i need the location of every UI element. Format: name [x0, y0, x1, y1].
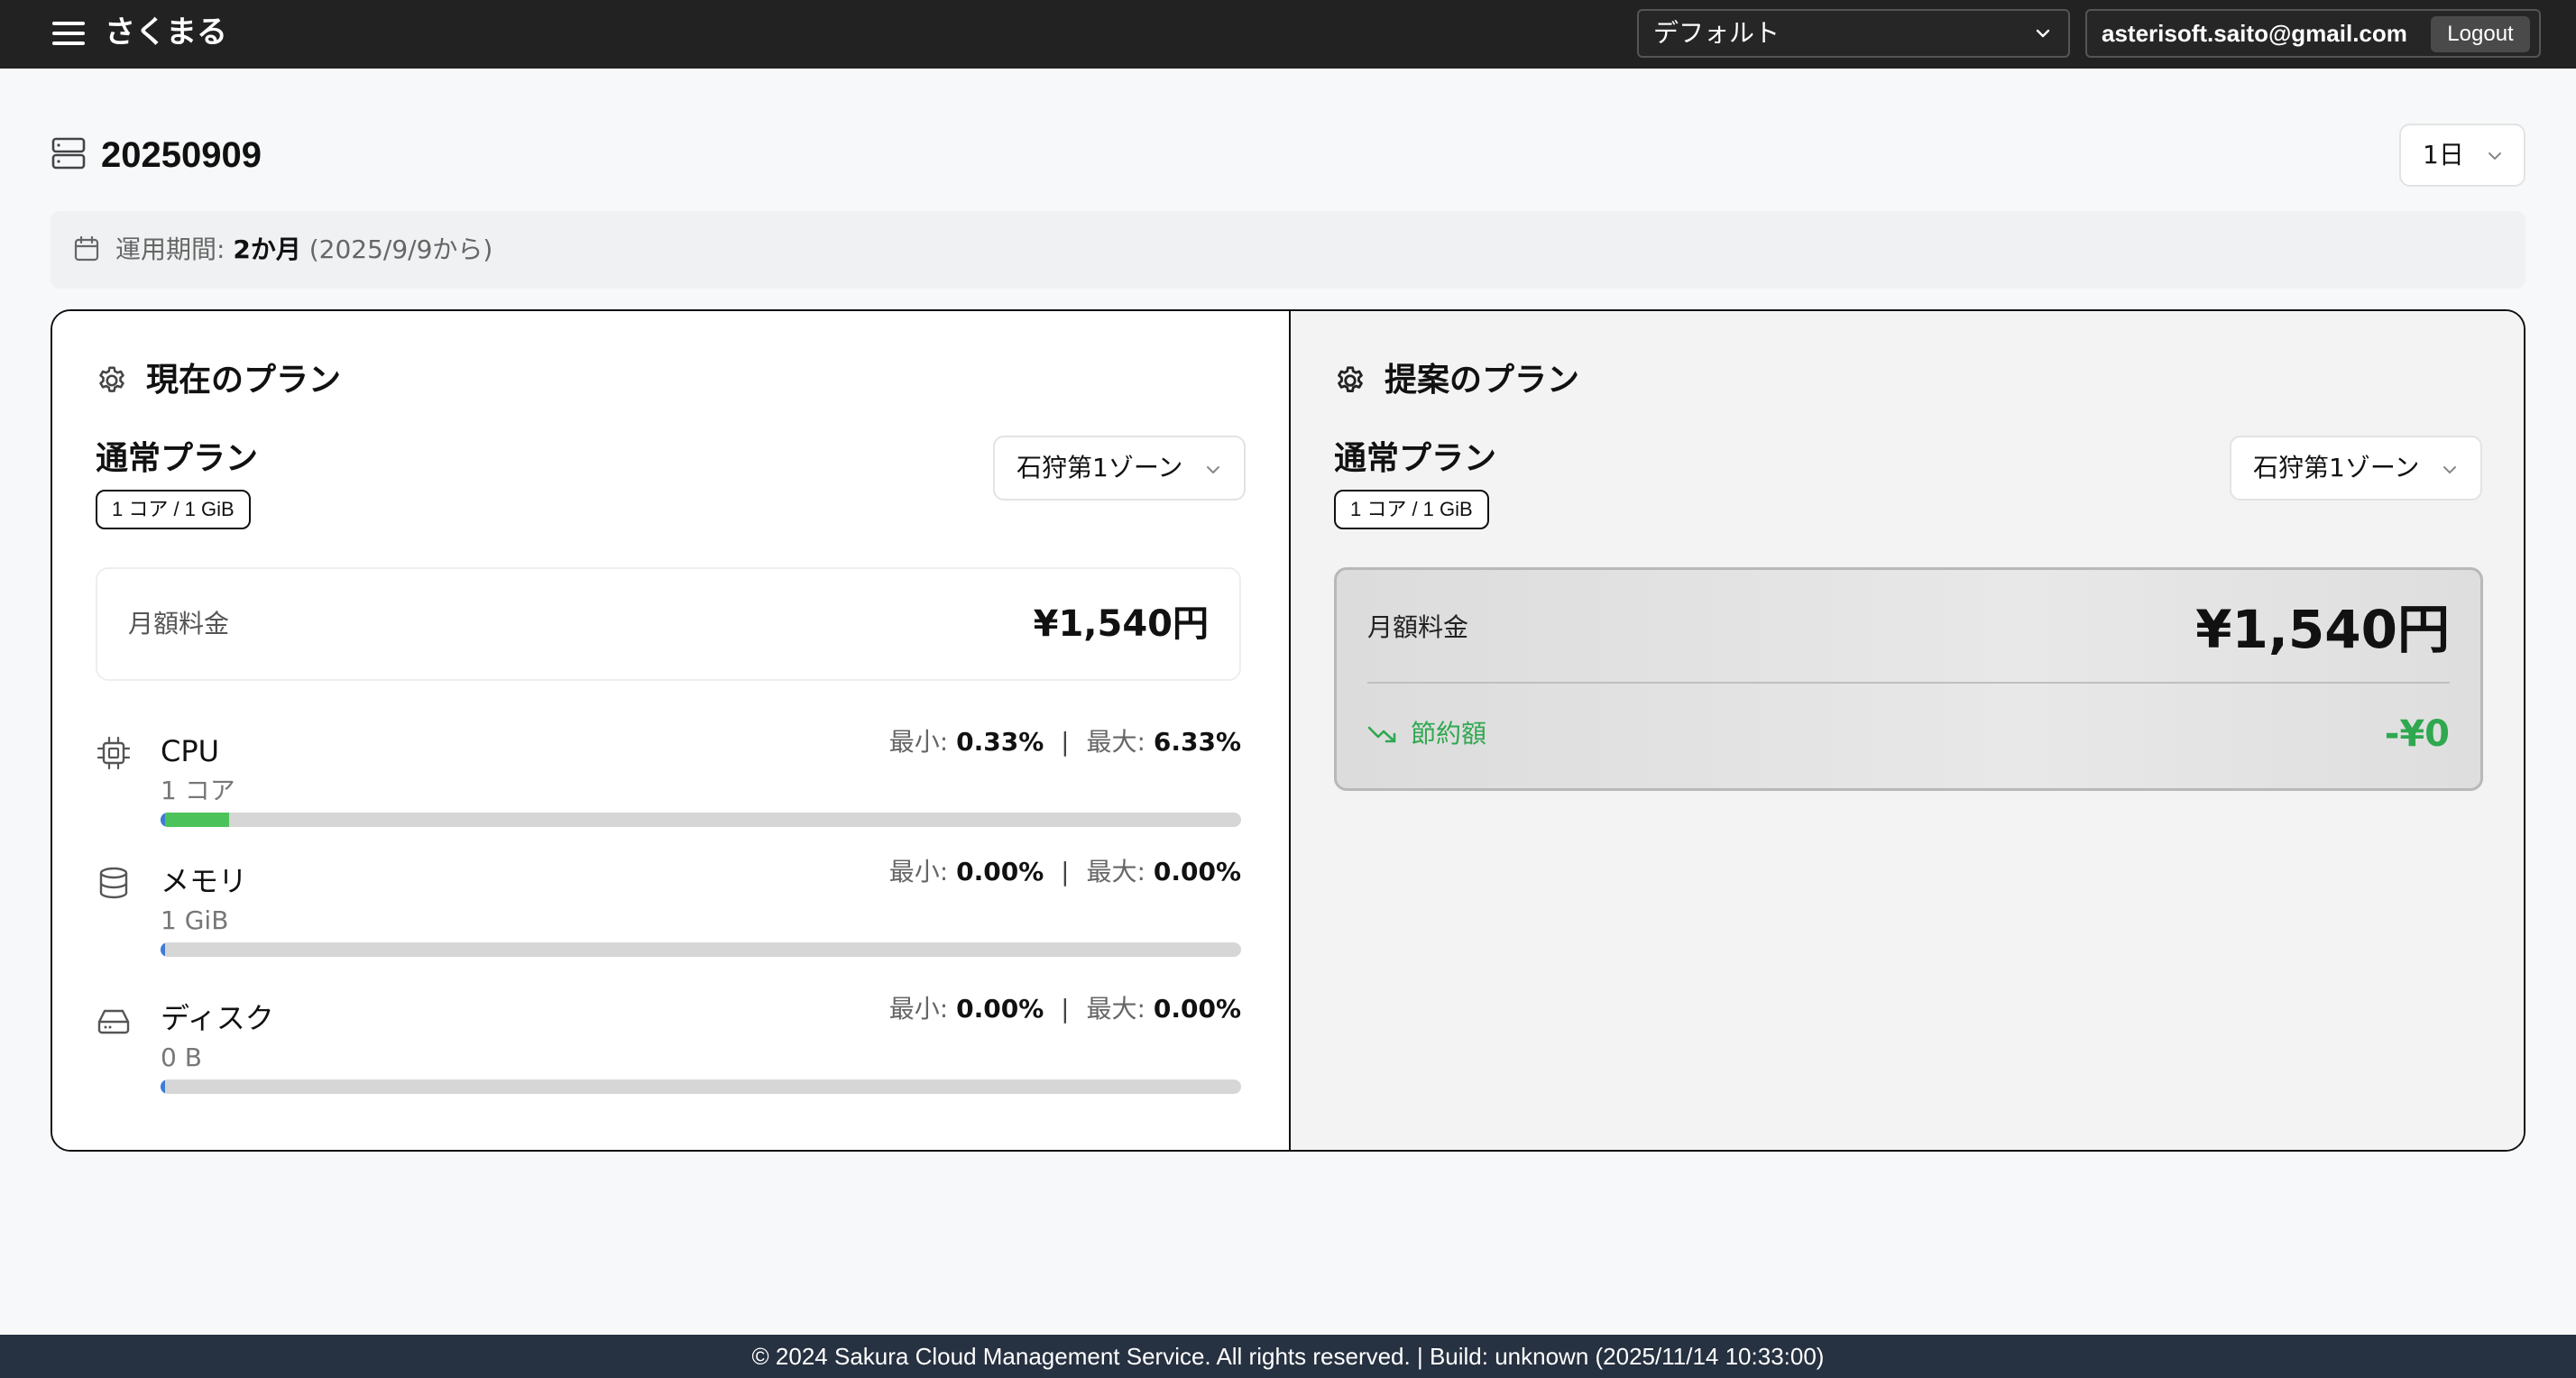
current-plan-name: 通常プラン — [96, 440, 259, 477]
operation-period-since: (2025/9/9から) — [308, 234, 493, 264]
current-zone-select[interactable]: 石狩第1ゾーン — [993, 436, 1246, 501]
usage-bar — [161, 1079, 1241, 1094]
proposed-plan-name: 通常プラン — [1334, 440, 1497, 477]
proposed-zone-select[interactable]: 石狩第1ゾーン — [2230, 436, 2482, 501]
operation-period-bar: 運用期間: 2か月 (2025/9/9から) — [51, 211, 2525, 289]
current-plan-heading: 現在のプラン — [146, 362, 342, 399]
monthly-fee-label: 月額料金 — [1367, 612, 1469, 642]
current-zone-value: 石狩第1ゾーン — [1017, 453, 1183, 482]
min-label: 最小: — [888, 727, 949, 757]
usage-bar-start — [161, 1079, 165, 1094]
chevron-down-icon — [2489, 152, 2501, 160]
proposed-plan-panel: 提案のプラン 通常プラン 1 コア / 1 GiB 石狩第1ゾーン 月額料金 ¥… — [1289, 311, 2524, 1150]
max-value: 0.00% — [1153, 994, 1241, 1024]
separator: | — [1061, 857, 1070, 887]
savings-label: 節約額 — [1411, 719, 1487, 749]
usage-bar-fill — [161, 813, 229, 827]
metric-sub: 0 B — [161, 1043, 202, 1072]
metric-name: CPU — [161, 734, 220, 768]
proposed-monthly-fee-card: 月額料金 ¥1,540円 節約額 -¥0 — [1334, 567, 2483, 791]
cpu-icon — [97, 736, 131, 770]
separator: | — [1061, 994, 1070, 1024]
period-select[interactable]: 1日 — [2399, 124, 2525, 187]
footer: © 2024 Sakura Cloud Management Service. … — [0, 1335, 2576, 1378]
gear-icon — [1338, 366, 1363, 392]
hard-drive-icon — [97, 1009, 130, 1034]
top-navbar: さくまる デフォルト asterisoft.saito@gmail.com Lo… — [0, 0, 2576, 69]
usage-bar — [161, 942, 1241, 957]
user-box: asterisoft.saito@gmail.com Logout — [2085, 9, 2541, 58]
min-label: 最小: — [888, 994, 949, 1024]
period-select-value: 1日 — [2423, 140, 2464, 170]
logout-button[interactable]: Logout — [2431, 16, 2530, 52]
page-title: 20250909 — [101, 135, 262, 175]
proposed-plan-spec-badge: 1 コア / 1 GiB — [1334, 490, 1489, 529]
max-label: 最大: — [1086, 727, 1145, 757]
footer-text: © 2024 Sakura Cloud Management Service. … — [751, 1343, 1825, 1370]
chevron-down-icon — [1207, 466, 1219, 473]
project-select[interactable]: デフォルト — [1637, 9, 2070, 58]
monthly-fee-value: ¥1,540円 — [1033, 603, 1209, 645]
min-label: 最小: — [888, 857, 949, 887]
min-value: 0.00% — [956, 994, 1044, 1024]
monthly-fee-value: ¥1,540円 — [2195, 599, 2450, 660]
metric-sub: 1 コア — [161, 776, 235, 805]
chevron-down-icon — [2443, 466, 2456, 473]
database-icon — [99, 867, 128, 899]
metric-disk: ディスク 0 B 最小: 0.00% | 最大: 0.00% — [96, 991, 1241, 1099]
min-value: 0.33% — [956, 727, 1044, 757]
metric-stats: 最小: 0.00% | 最大: 0.00% — [889, 991, 1241, 1027]
metric-sub: 1 GiB — [161, 905, 229, 935]
usage-bar — [161, 813, 1241, 827]
min-value: 0.00% — [956, 857, 1044, 887]
max-label: 最大: — [1086, 994, 1145, 1024]
metric-stats: 最小: 0.00% | 最大: 0.00% — [889, 854, 1241, 890]
proposed-zone-value: 石狩第1ゾーン — [2253, 453, 2420, 482]
metric-memory: メモリ 1 GiB 最小: 0.00% | 最大: 0.00% — [96, 854, 1241, 962]
calendar-icon — [74, 235, 99, 262]
monthly-fee-label: 月額料金 — [128, 609, 230, 638]
menu-icon[interactable] — [52, 20, 85, 47]
divider — [1367, 682, 2450, 684]
savings-value: -¥0 — [2384, 713, 2450, 755]
current-monthly-fee-card: 月額料金 ¥1,540円 — [96, 567, 1241, 681]
metric-stats: 最小: 0.33% | 最大: 6.33% — [889, 724, 1241, 760]
metric-cpu: CPU 1 コア 最小: 0.33% | 最大: 6.33% — [96, 724, 1241, 832]
metric-name: メモリ — [161, 864, 248, 898]
operation-period-duration: 2か月 — [233, 234, 301, 264]
gear-icon — [99, 366, 124, 392]
operation-period-text: 運用期間: 2か月 (2025/9/9から) — [115, 211, 492, 289]
app-brand[interactable]: さくまる — [105, 13, 227, 52]
project-select-value: デフォルト — [1653, 18, 1780, 48]
max-value: 6.33% — [1153, 727, 1241, 757]
max-value: 0.00% — [1153, 857, 1241, 887]
chevron-down-icon — [2036, 29, 2050, 38]
plan-comparison: 現在のプラン 通常プラン 1 コア / 1 GiB 石狩第1ゾーン 月額料金 ¥… — [51, 309, 2525, 1152]
current-plan-spec-badge: 1 コア / 1 GiB — [96, 490, 251, 529]
operation-period-label: 運用期間: — [115, 234, 225, 264]
max-label: 最大: — [1086, 857, 1145, 887]
server-icon — [51, 137, 86, 170]
trending-down-icon — [1367, 726, 1396, 743]
user-email: asterisoft.saito@gmail.com — [2102, 20, 2407, 47]
proposed-plan-heading: 提案のプラン — [1385, 362, 1580, 399]
metric-name: ディスク — [161, 1001, 274, 1035]
usage-bar-start — [161, 813, 165, 827]
current-plan-panel: 現在のプラン 通常プラン 1 コア / 1 GiB 石狩第1ゾーン 月額料金 ¥… — [52, 311, 1289, 1150]
usage-bar-start — [161, 942, 165, 957]
separator: | — [1061, 727, 1070, 757]
